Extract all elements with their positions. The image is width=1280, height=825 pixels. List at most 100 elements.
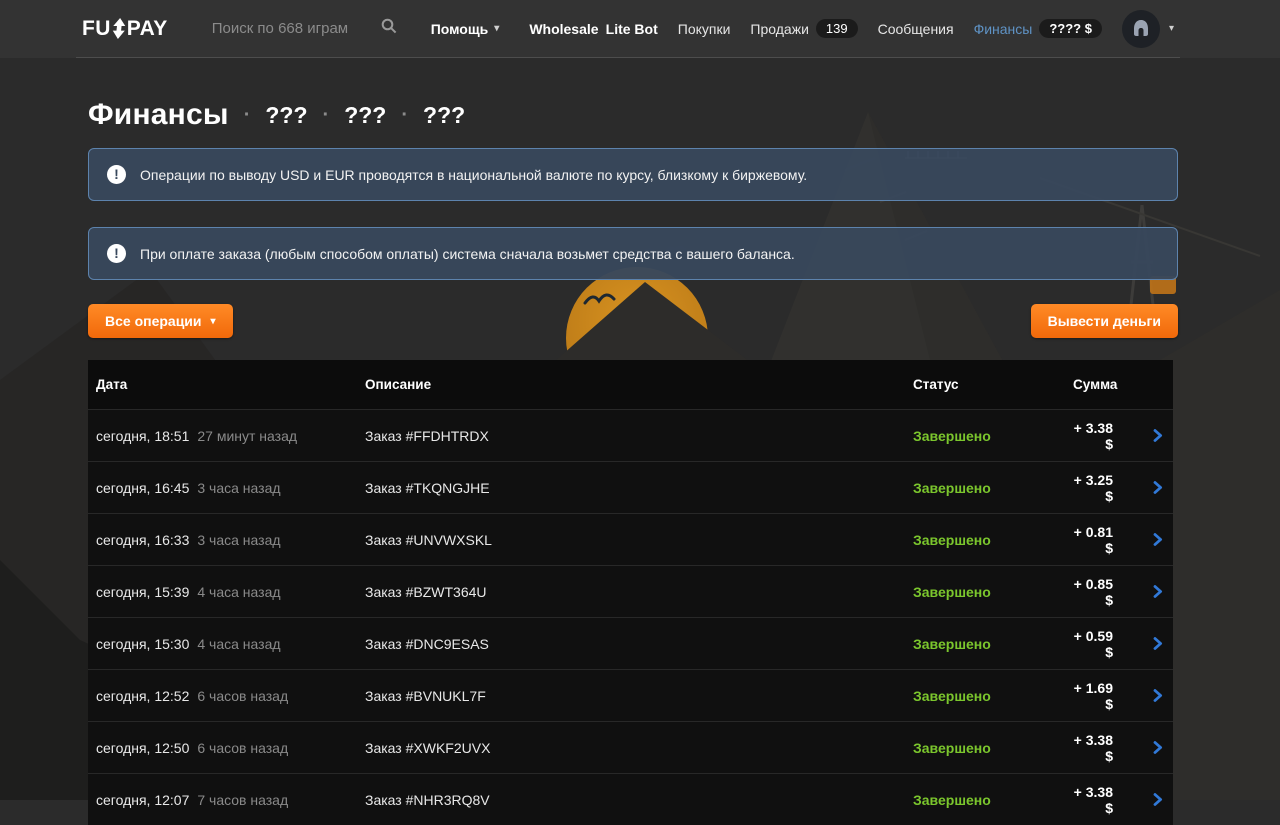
transaction-time: сегодня, 12:50: [96, 740, 189, 756]
header-amount: Сумма: [1073, 377, 1131, 392]
transaction-time: сегодня, 18:51: [96, 428, 189, 444]
controls-row: Все операции ▾ Вывести деньги: [88, 304, 1178, 338]
transactions-body: сегодня, 18:51 27 минут назад Заказ #FFDH…: [88, 409, 1173, 825]
game-search: [210, 18, 397, 39]
nav-wholesale[interactable]: Wholesale: [529, 21, 598, 37]
search-input[interactable]: [210, 19, 372, 38]
exclamation-icon: !: [107, 244, 126, 263]
filter-operations-dropdown[interactable]: Все операции ▾: [88, 304, 233, 338]
transaction-open-chevron[interactable]: [1127, 636, 1165, 651]
transactions-table-header: Дата Описание Статус Сумма: [88, 360, 1173, 409]
transaction-row[interactable]: сегодня, 18:51 27 минут назад Заказ #FFDH…: [88, 409, 1173, 461]
transaction-amount: + 0.59 $: [1073, 628, 1127, 660]
transaction-row[interactable]: сегодня, 12:077 часов назад Заказ #NHR3R…: [88, 773, 1173, 825]
transaction-description: Заказ #TKQNGJHE: [365, 480, 913, 496]
navbar-right-group: Lite Bot Покупки Продажи 139 Сообщения Ф…: [606, 10, 1174, 48]
navbar-inner: FU PAY Помощь ▾ Wholesale Lite Bo: [76, 0, 1180, 58]
page-title-row: Финансы ·???·???·???: [88, 98, 1178, 132]
transaction-status: Завершено: [913, 532, 1073, 548]
transaction-date-cell: сегодня, 16:453 часа назад: [96, 480, 365, 496]
transaction-time-ago: 4 часа назад: [197, 636, 280, 652]
transaction-status: Завершено: [913, 428, 1073, 444]
transaction-open-chevron[interactable]: [1127, 480, 1165, 495]
chevron-down-icon: ▾: [1169, 23, 1174, 34]
transaction-time: сегодня, 16:33: [96, 532, 189, 548]
nav-wholesale-label: Wholesale: [529, 21, 598, 37]
transaction-description: Заказ #XWKF2UVX: [365, 740, 913, 756]
nav-lite-bot[interactable]: Lite Bot: [606, 21, 658, 37]
transaction-description: Заказ #DNC9ESAS: [365, 636, 913, 652]
filter-operations-label: Все операции: [105, 313, 202, 329]
transaction-row[interactable]: сегодня, 15:394 часа назад Заказ #BZWT36…: [88, 565, 1173, 617]
transaction-date-cell: сегодня, 12:526 часов назад: [96, 688, 365, 704]
header-date: Дата: [96, 377, 365, 392]
withdraw-money-button[interactable]: Вывести деньги: [1031, 304, 1178, 338]
transaction-row[interactable]: сегодня, 16:33 3 часа назад Заказ #UNVWXS…: [88, 513, 1173, 565]
header-status: Статус: [913, 377, 1073, 392]
transaction-time: сегодня, 15:30: [96, 636, 189, 652]
transaction-time-ago: 3 часа назад: [197, 480, 280, 496]
transaction-status: Завершено: [913, 688, 1073, 704]
banner-text: Операции по выводу USD и EUR проводятся …: [140, 167, 807, 183]
transaction-time-ago: 4 часа назад: [197, 584, 280, 600]
transaction-date-cell: сегодня, 16:33 3 часа назад: [96, 532, 365, 548]
transaction-status: Завершено: [913, 636, 1073, 652]
transaction-row[interactable]: сегодня, 12:506 часов назад Заказ #XWKF2…: [88, 721, 1173, 773]
info-banner-balance-first: ! При оплате заказа (любым способом опла…: [88, 227, 1178, 280]
nav-finances[interactable]: Финансы ???? $: [974, 19, 1102, 38]
user-menu[interactable]: ▾: [1122, 10, 1174, 48]
nav-sales[interactable]: Продажи 139: [750, 19, 857, 38]
logo-text-post: PAY: [127, 17, 168, 41]
transaction-row[interactable]: сегодня, 16:453 часа назад Заказ #TKQNGJ…: [88, 461, 1173, 513]
chevron-right-icon: [1150, 480, 1165, 495]
funpay-logo[interactable]: FU PAY: [82, 17, 168, 41]
transaction-amount: + 1.69 $: [1073, 680, 1127, 712]
transactions-table: Дата Описание Статус Сумма сегодня, 18:5…: [88, 360, 1173, 825]
chevron-right-icon: [1150, 636, 1165, 651]
chevron-right-icon: [1150, 584, 1165, 599]
transaction-open-chevron[interactable]: [1127, 740, 1165, 755]
exclamation-icon: !: [107, 165, 126, 184]
withdraw-money-label: Вывести деньги: [1048, 313, 1161, 329]
nav-help-label: Помощь: [431, 21, 489, 37]
main-content: Финансы ·???·???·??? ! Операции по вывод…: [88, 98, 1178, 825]
transaction-date-cell: сегодня, 15:30 4 часа назад: [96, 636, 365, 652]
hidden-balance-value: ???: [265, 102, 307, 129]
nav-help[interactable]: Помощь ▾: [431, 21, 500, 37]
nav-finances-label: Финансы: [974, 21, 1033, 37]
transaction-status: Завершено: [913, 740, 1073, 756]
transaction-time: сегодня, 15:39: [96, 584, 189, 600]
info-banner-withdraw-rates: ! Операции по выводу USD и EUR проводятс…: [88, 148, 1178, 201]
transaction-description: Заказ #UNVWXSKL: [365, 532, 913, 548]
transaction-row[interactable]: сегодня, 15:30 4 часа назад Заказ #DNC9ES…: [88, 617, 1173, 669]
transaction-amount: + 3.38 $: [1073, 420, 1127, 452]
transaction-amount: + 0.85 $: [1073, 576, 1127, 608]
chevron-down-icon: ▾: [211, 316, 216, 327]
transaction-time-ago: 3 часа назад: [197, 532, 280, 548]
hidden-balance-value: ???: [423, 102, 465, 129]
transaction-time-ago: 6 часов назад: [197, 688, 288, 704]
transaction-date-cell: сегодня, 15:39 4 часа назад: [96, 584, 365, 600]
transaction-open-chevron[interactable]: [1127, 584, 1165, 599]
logo-text-pre: FU: [82, 17, 111, 41]
nav-sales-label: Продажи: [750, 21, 808, 37]
transaction-description: Заказ #FFDHTRDX: [365, 428, 913, 444]
transaction-open-chevron[interactable]: [1127, 688, 1165, 703]
transaction-amount: + 0.81 $: [1073, 524, 1127, 556]
transaction-open-chevron[interactable]: [1127, 428, 1165, 443]
balance-badge: ???? $: [1039, 19, 1102, 38]
sales-count-badge: 139: [816, 19, 858, 38]
transaction-amount: + 3.25 $: [1073, 472, 1127, 504]
top-navbar: FU PAY Помощь ▾ Wholesale Lite Bo: [0, 0, 1280, 58]
transaction-row[interactable]: сегодня, 12:526 часов назад Заказ #BVNUK…: [88, 669, 1173, 721]
transaction-open-chevron[interactable]: [1127, 532, 1165, 547]
chevron-right-icon: [1150, 688, 1165, 703]
transaction-time-ago: 27 минут назад: [197, 428, 297, 444]
spartan-helmet-icon: [1129, 17, 1153, 41]
search-icon[interactable]: [381, 18, 397, 39]
transaction-date-cell: сегодня, 18:51 27 минут назад: [96, 428, 365, 444]
nav-messages[interactable]: Сообщения: [878, 21, 954, 37]
transaction-date-cell: сегодня, 12:506 часов назад: [96, 740, 365, 756]
nav-purchases[interactable]: Покупки: [678, 21, 731, 37]
chevron-right-icon: [1150, 740, 1165, 755]
